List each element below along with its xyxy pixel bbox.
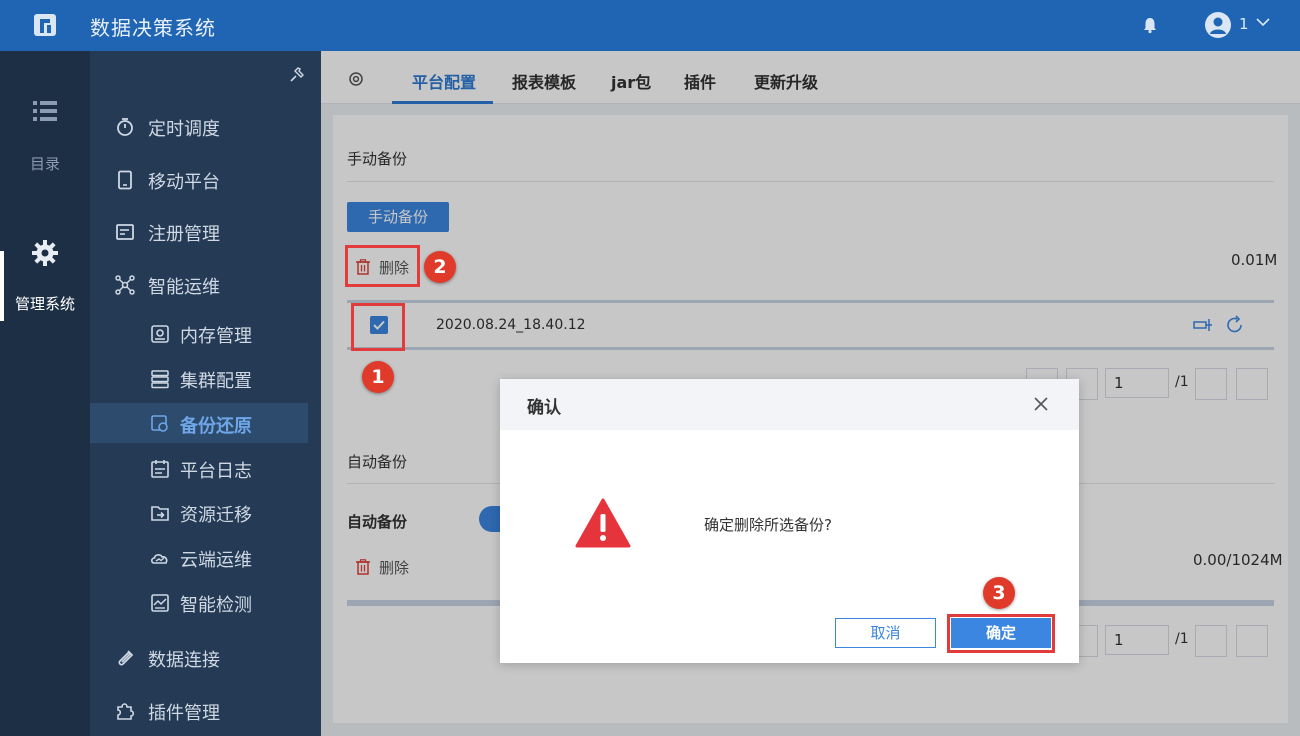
sidebar-item-cloud-ops[interactable]: 云端运维 xyxy=(90,537,308,577)
sidebar-item-cluster[interactable]: 集群配置 xyxy=(90,358,308,398)
sidebar-item-label: 平台日志 xyxy=(180,461,252,482)
sidebar-item-label: 资源迁移 xyxy=(180,505,252,526)
sidebar-item-schedule[interactable]: 定时调度 xyxy=(90,106,308,146)
rail-item-catalog[interactable]: 目录 xyxy=(0,99,90,174)
stopwatch-icon xyxy=(117,118,133,136)
cancel-button[interactable]: 取消 xyxy=(835,618,936,648)
rail-item-label: 目录 xyxy=(29,155,60,173)
warning-icon xyxy=(575,498,631,548)
bell-icon[interactable] xyxy=(1141,16,1159,34)
highlight-delete xyxy=(345,245,420,287)
rail-item-label: 管理系统 xyxy=(14,295,75,313)
sidebar-item-detect[interactable]: 智能检测 xyxy=(90,582,308,622)
sidebar-item-mobile[interactable]: 移动平台 xyxy=(90,159,308,199)
rail-item-admin[interactable]: 管理系统 xyxy=(0,239,90,314)
sidebar-item-label: 定时调度 xyxy=(148,119,220,140)
link-icon xyxy=(118,650,134,666)
close-icon[interactable] xyxy=(1033,396,1049,412)
sidebar: 定时调度 移动平台 注册管理 智能运维 内存管理 集群配置 备份还原 平台日志 … xyxy=(90,51,321,736)
dialog-title: 确认 xyxy=(527,398,561,418)
server-stack-icon xyxy=(151,370,169,389)
log-icon xyxy=(151,460,169,478)
puzzle-icon xyxy=(117,703,135,720)
dialog-header: 确认 xyxy=(500,379,1079,430)
sidebar-item-label: 移动平台 xyxy=(148,172,220,193)
sidebar-item-backup[interactable]: 备份还原 xyxy=(90,403,308,443)
backup-icon xyxy=(151,415,168,432)
sidebar-item-label: 备份还原 xyxy=(180,416,252,437)
logo-icon xyxy=(34,14,56,36)
sidebar-item-data-connection[interactable]: 数据连接 xyxy=(90,637,308,677)
sidebar-item-memory[interactable]: 内存管理 xyxy=(90,313,308,353)
left-rail: 目录 管理系统 xyxy=(0,51,90,736)
monitor-icon xyxy=(151,594,169,612)
step-marker-2: 2 xyxy=(424,251,456,283)
sidebar-item-label: 注册管理 xyxy=(148,224,220,245)
sidebar-item-label: 集群配置 xyxy=(180,371,252,392)
sidebar-item-migrate[interactable]: 资源迁移 xyxy=(90,492,308,532)
register-icon xyxy=(116,224,134,240)
highlight-checkbox xyxy=(351,303,405,351)
sidebar-item-logs[interactable]: 平台日志 xyxy=(90,448,308,488)
pin-icon[interactable] xyxy=(288,66,306,84)
mobile-icon xyxy=(118,170,132,190)
gear-icon xyxy=(32,240,58,266)
sidebar-item-label: 云端运维 xyxy=(180,550,252,571)
sidebar-item-label: 内存管理 xyxy=(180,326,252,347)
migrate-icon xyxy=(151,506,169,521)
sidebar-item-register[interactable]: 注册管理 xyxy=(90,211,308,251)
memory-icon xyxy=(151,325,169,343)
sidebar-item-label: 数据连接 xyxy=(148,650,220,671)
chevron-down-icon[interactable] xyxy=(1255,14,1271,30)
avatar-icon[interactable] xyxy=(1205,12,1231,38)
step-marker-3: 3 xyxy=(983,577,1015,609)
step-marker-1: 1 xyxy=(362,361,394,393)
cloud-ops-icon xyxy=(151,554,168,564)
top-bar: 数据决策系统 1 xyxy=(0,0,1300,51)
sidebar-item-label: 智能运维 xyxy=(148,277,220,298)
highlight-confirm xyxy=(947,614,1055,653)
dialog-message: 确定删除所选备份? xyxy=(704,516,832,534)
app-title: 数据决策系统 xyxy=(90,16,216,40)
list-icon xyxy=(33,101,57,121)
user-name[interactable]: 1 xyxy=(1239,15,1249,33)
network-icon xyxy=(115,275,135,295)
sidebar-item-plugins[interactable]: 插件管理 xyxy=(90,690,308,730)
sidebar-item-label: 智能检测 xyxy=(180,595,252,616)
sidebar-item-label: 插件管理 xyxy=(148,703,220,724)
sidebar-item-ops[interactable]: 智能运维 xyxy=(90,264,308,304)
